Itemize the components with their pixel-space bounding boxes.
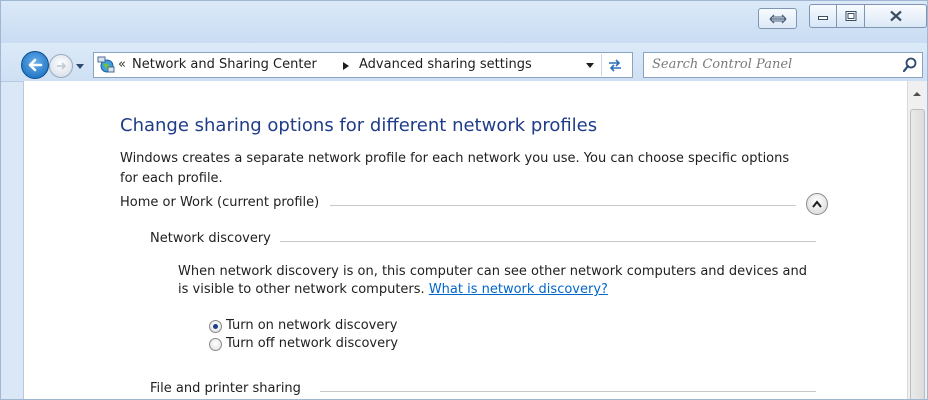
chevron-up-icon	[812, 200, 822, 208]
breadcrumb-advanced-sharing-settings[interactable]: Advanced sharing settings	[359, 57, 532, 72]
arrow-right-icon	[57, 62, 67, 70]
search-input[interactable]: Search Control Panel	[643, 52, 923, 78]
collapse-button[interactable]	[806, 193, 828, 215]
radio-label[interactable]: Turn on network discovery	[226, 318, 397, 333]
radio-turn-on-network-discovery[interactable]	[209, 320, 222, 333]
search-placeholder: Search Control Panel	[652, 57, 793, 72]
back-button[interactable]	[21, 51, 49, 79]
breadcrumb-overflow-icon[interactable]: «	[118, 57, 126, 72]
turn-off-network-discovery-option[interactable]: Turn off network discovery	[209, 336, 439, 354]
what-is-network-discovery-link[interactable]: What is network discovery?	[429, 282, 608, 297]
forward-button[interactable]	[49, 54, 73, 78]
refresh-icon	[609, 59, 621, 72]
refresh-button[interactable]	[601, 54, 627, 76]
breadcrumb-network-and-sharing-center[interactable]: Network and Sharing Center	[132, 57, 317, 72]
address-chevron-down-icon[interactable]	[585, 62, 595, 70]
file-and-printer-sharing-label: File and printer sharing	[150, 381, 311, 396]
minimize-icon	[818, 16, 828, 20]
profile-header-home-or-work[interactable]: Home or Work (current profile)	[120, 193, 828, 215]
network-discovery-description: When network discovery is on, this compu…	[178, 263, 818, 299]
radio-turn-off-network-discovery[interactable]	[209, 338, 222, 351]
close-icon	[889, 10, 902, 22]
address-bar[interactable]: « Network and Sharing Center Advanced sh…	[93, 52, 633, 78]
profile-label: Home or Work (current profile)	[120, 195, 330, 210]
explorer-window: « Network and Sharing Center Advanced sh…	[0, 0, 928, 400]
file-and-printer-sharing-header: File and printer sharing	[150, 381, 816, 399]
title-bar	[1, 1, 927, 43]
scroll-up-arrow-icon[interactable]	[910, 89, 924, 99]
divider	[330, 205, 796, 206]
network-globe-icon	[97, 56, 115, 73]
breadcrumb-separator-icon[interactable]	[342, 61, 350, 71]
page-title: Change sharing options for different net…	[120, 115, 598, 136]
restore-button[interactable]	[758, 8, 797, 29]
maximize-icon	[845, 11, 856, 21]
settings-content: Change sharing options for different net…	[23, 81, 907, 399]
recent-pages-chevron-down-icon[interactable]	[75, 61, 85, 71]
arrow-left-icon	[28, 58, 43, 72]
turn-on-network-discovery-option[interactable]: Turn on network discovery	[209, 318, 439, 336]
network-discovery-label: Network discovery	[150, 231, 281, 246]
minimize-button[interactable]	[809, 4, 837, 28]
page-description: Windows creates a separate network profi…	[120, 151, 790, 186]
close-button[interactable]	[865, 4, 927, 28]
radio-label[interactable]: Turn off network discovery	[226, 336, 398, 351]
scroll-thumb[interactable]	[910, 109, 925, 399]
navigation-bar: « Network and Sharing Center Advanced sh…	[1, 43, 927, 82]
caption-buttons	[809, 4, 927, 28]
maximize-button[interactable]	[837, 4, 865, 28]
network-discovery-header: Network discovery	[150, 231, 816, 251]
divider	[320, 391, 816, 392]
search-icon[interactable]	[902, 57, 918, 73]
divider	[280, 241, 816, 242]
vertical-scrollbar[interactable]	[907, 81, 927, 399]
double-arrow-icon	[769, 14, 787, 24]
